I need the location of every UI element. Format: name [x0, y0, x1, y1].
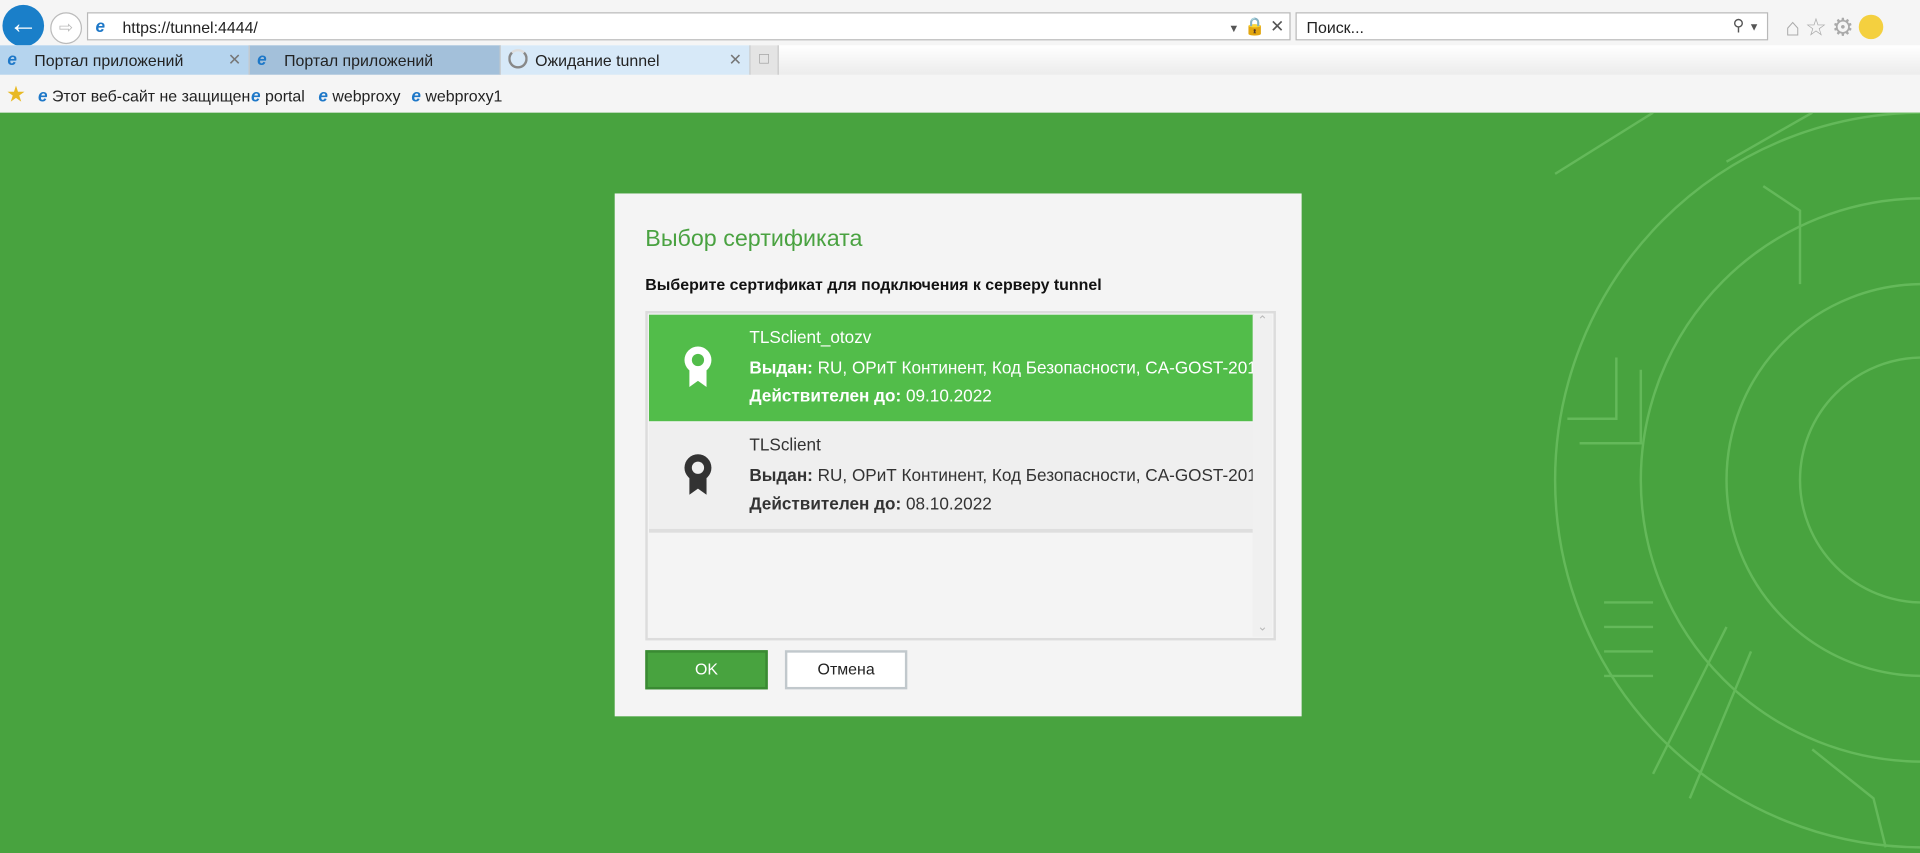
dialog-title: Выбор сертификата: [645, 226, 863, 253]
issued-label: Выдан:: [749, 465, 813, 485]
cancel-button[interactable]: Отмена: [784, 650, 908, 690]
browser-chrome: ← ⇨ e https://tunnel:4444/ ▼ 🔒 ✕ Поиск..…: [0, 0, 1920, 113]
certificate-name: TLSclient_otozv: [749, 326, 872, 347]
back-button[interactable]: ←: [2, 4, 45, 47]
loading-spinner-icon: [508, 48, 528, 69]
forward-button[interactable]: ⇨: [50, 12, 83, 45]
tab-waiting-tunnel[interactable]: Ожидание tunnel ✕: [500, 45, 751, 75]
certificate-item-selected[interactable]: TLSclient_otozv Выдан: RU, ОРиТ Континен…: [648, 314, 1254, 422]
address-bar[interactable]: e https://tunnel:4444/ ▼ 🔒 ✕: [86, 12, 1291, 41]
favorite-link[interactable]: e webproxy: [318, 86, 400, 106]
favorite-label: portal: [265, 86, 305, 106]
certificate-valid-until: 08.10.2022: [905, 493, 992, 514]
feedback-smiley-icon[interactable]: [1858, 14, 1884, 40]
favorite-label: webproxy: [332, 86, 401, 106]
tab-label: Портал приложений: [34, 51, 184, 70]
tab-portal-2[interactable]: e Портал приложений: [249, 45, 501, 75]
favorite-link[interactable]: e portal: [251, 86, 305, 106]
favorite-link[interactable]: e webproxy1: [411, 86, 502, 106]
list-scrollbar[interactable]: ⌃ ⌄: [1252, 314, 1273, 637]
search-placeholder: Поиск...: [1306, 18, 1364, 37]
close-tab-icon[interactable]: ✕: [729, 50, 742, 70]
certificate-list[interactable]: TLSclient_otozv Выдан: RU, ОРиТ Континен…: [645, 311, 1276, 641]
certificate-name: TLSclient: [749, 434, 821, 455]
search-icon[interactable]: ⚲ ▼: [1733, 16, 1760, 36]
certificate-dialog: Выбор сертификата Выберите сертификат дл…: [614, 193, 1302, 717]
lock-icon[interactable]: 🔒: [1244, 16, 1265, 36]
valid-label: Действителен до:: [749, 493, 902, 514]
favorite-link[interactable]: e Этот веб-сайт не защищен: [38, 86, 250, 106]
gear-icon[interactable]: ⚙: [1832, 15, 1859, 42]
ie-icon: e: [7, 48, 17, 69]
close-tab-icon[interactable]: ✕: [228, 50, 241, 70]
tab-portal-1[interactable]: e Портал приложений ✕: [0, 45, 250, 75]
certificate-issuer: RU, ОРиТ Континент, Код Безопасности, CA…: [817, 465, 1254, 485]
certificate-item[interactable]: TLSclient Выдан: RU, ОРиТ Континент, Код…: [648, 422, 1254, 533]
ok-button[interactable]: OK: [645, 650, 768, 690]
scroll-up-icon[interactable]: ⌃: [1253, 315, 1273, 328]
tab-label: Ожидание tunnel: [535, 51, 660, 70]
valid-label: Действителен до:: [749, 385, 902, 406]
search-input[interactable]: Поиск... ⚲ ▼: [1295, 12, 1769, 41]
dialog-subtitle: Выберите сертификат для подключения к се…: [645, 275, 1102, 294]
certificate-badge-icon: [684, 346, 712, 387]
stop-icon[interactable]: ✕: [1270, 16, 1284, 36]
scroll-down-icon[interactable]: ⌄: [1253, 621, 1273, 634]
favorites-star-icon[interactable]: ☆: [1805, 15, 1832, 42]
ie-icon: e: [257, 48, 267, 69]
certificate-badge-icon: [684, 454, 712, 495]
favorite-label: Этот веб-сайт не защищен: [51, 86, 251, 106]
new-tab-button[interactable]: □: [750, 45, 779, 75]
tab-label: Портал приложений: [284, 51, 434, 70]
tab-bar: e Портал приложений ✕ e Портал приложени…: [0, 45, 1920, 75]
certificate-issuer: RU, ОРиТ Континент, Код Безопасности, CA…: [817, 357, 1254, 378]
ie-page-icon: e: [95, 15, 106, 36]
url-text[interactable]: https://tunnel:4444/: [122, 18, 257, 36]
dropdown-icon[interactable]: ▼: [1228, 22, 1239, 34]
favorite-label: webproxy1: [425, 86, 503, 106]
certificate-valid-until: 09.10.2022: [905, 385, 992, 406]
favorites-star-icon[interactable]: ★: [6, 82, 26, 108]
issued-label: Выдан:: [749, 357, 813, 378]
home-icon[interactable]: ⌂: [1785, 15, 1805, 42]
circuit-background-graphic: [1553, 112, 1920, 849]
